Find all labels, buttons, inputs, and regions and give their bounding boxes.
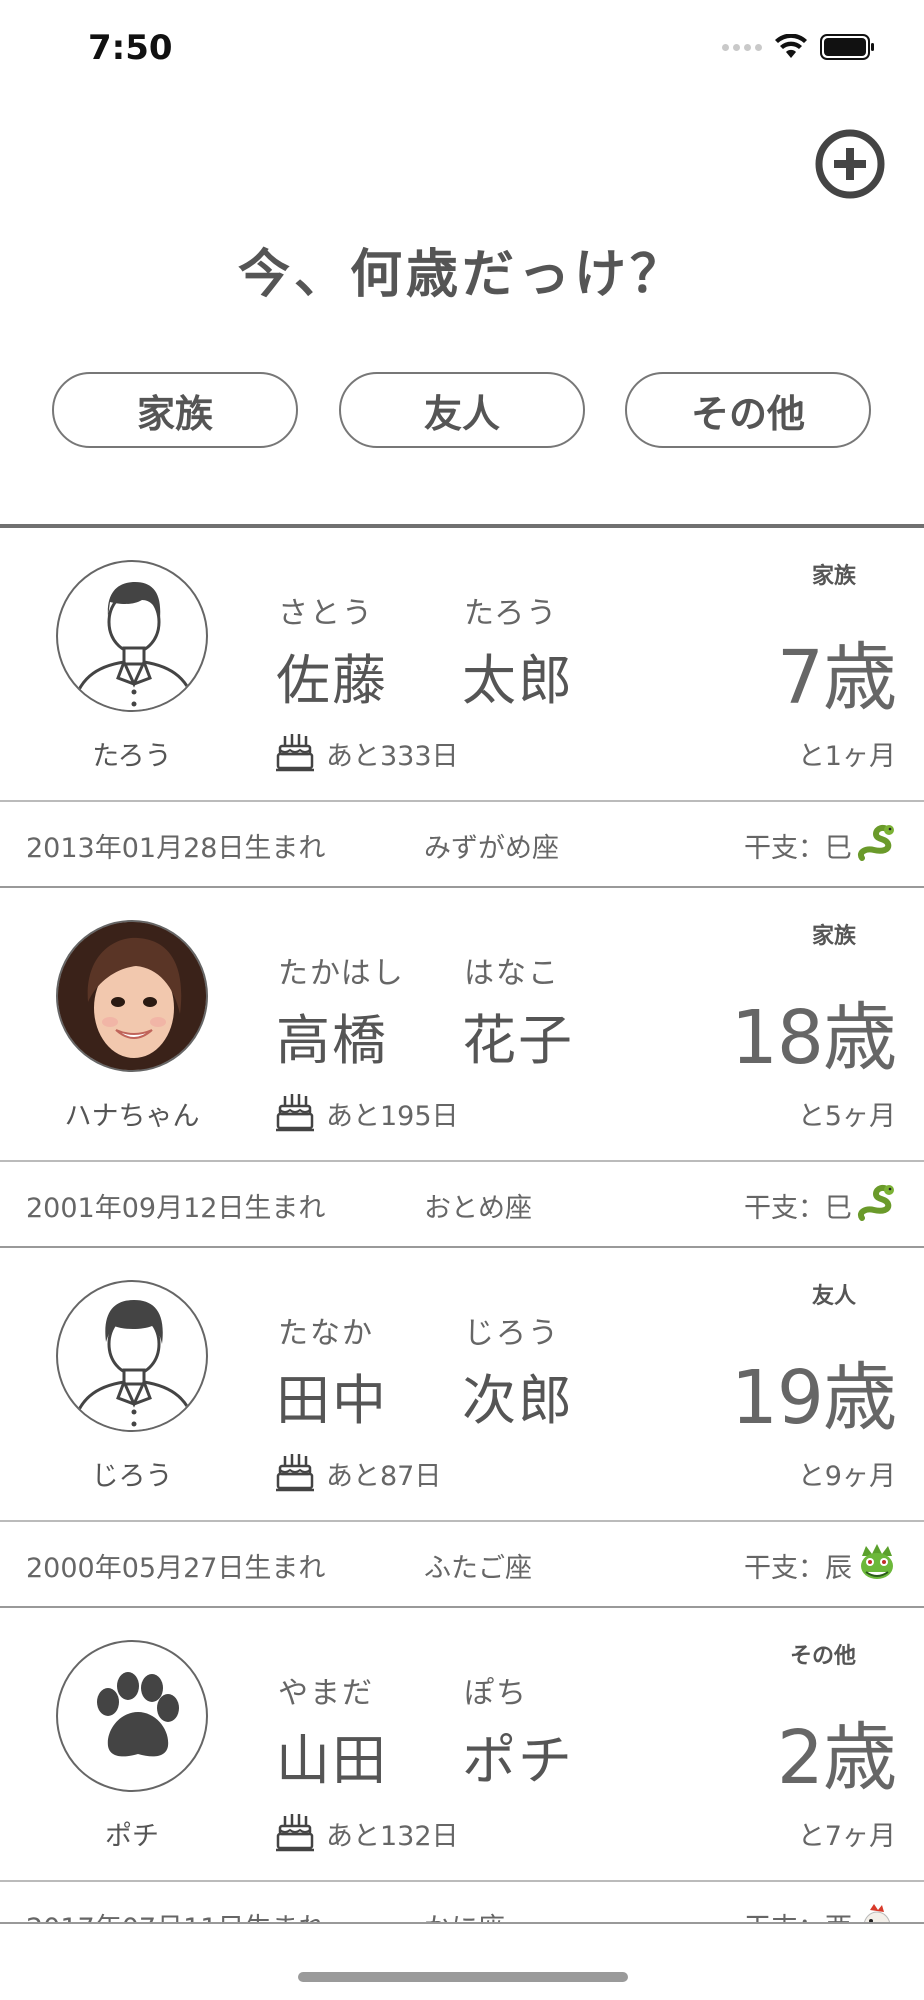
filter-family-button[interactable]: 家族 — [52, 372, 298, 448]
zodiac-sign: みずがめ座 — [424, 833, 559, 864]
age: 19歳 — [730, 1355, 897, 1441]
nickname: ハナちゃん — [64, 1101, 200, 1132]
birthdate: 2013年01月28日生まれ — [26, 833, 326, 864]
status-time: 7:50 — [88, 28, 173, 68]
group-badge: 家族 — [811, 924, 856, 949]
dragon-icon — [861, 1544, 893, 1579]
first-name-kana: ぽち — [464, 1676, 528, 1711]
age-months: と1ヶ月 — [797, 741, 896, 772]
page-title: 今、何歳だっけ？ — [237, 245, 686, 305]
person-card-main: ポチ やまだ ぽち 山田 ポチ あと132日 その他 2歳 と7ヶ月 — [0, 1608, 924, 1880]
person-card-main: たろう さとう たろう 佐藤 太郎 あと333日 家族 7歳 と1ヶ月 — [0, 528, 924, 800]
status-indicators — [722, 34, 876, 60]
first-name-kana: じろう — [464, 1316, 560, 1351]
photo-avatar — [56, 920, 208, 1072]
birthday-cake-icon — [276, 1814, 314, 1852]
nickname: じろう — [91, 1461, 173, 1492]
birthday-countdown: あと132日 — [326, 1821, 459, 1852]
person-card[interactable]: ハナちゃん たかはし はなこ 高橋 花子 あと195日 家族 18歳 と5ヶ月 … — [0, 888, 924, 1248]
person-card-footer: 2000年05月27日生まれ ふたご座 干支：辰 — [0, 1522, 924, 1606]
person-card[interactable]: たろう さとう たろう 佐藤 太郎 あと333日 家族 7歳 と1ヶ月 2013… — [0, 528, 924, 888]
age-months: と9ヶ月 — [797, 1461, 896, 1492]
last-name-kana: さとう — [278, 596, 374, 631]
filter-friends-button[interactable]: 友人 — [339, 372, 585, 448]
birthday-countdown: あと87日 — [326, 1461, 442, 1492]
nickname: たろう — [92, 741, 172, 772]
last-name: 佐藤 — [276, 649, 388, 712]
person-card[interactable]: じろう たなか じろう 田中 次郎 あと87日 友人 19歳 と9ヶ月 2000… — [0, 1248, 924, 1608]
birthdate: 2000年05月27日生まれ — [26, 1553, 326, 1584]
wifi-icon — [775, 34, 807, 58]
age-months: と7ヶ月 — [797, 1821, 896, 1852]
battery-icon — [820, 34, 874, 60]
birthdate: 2001年09月12日生まれ — [26, 1193, 326, 1224]
birthday-countdown: あと195日 — [326, 1101, 459, 1132]
list-bottom-divider — [0, 1922, 924, 1924]
age: 7歳 — [776, 635, 897, 721]
person-card-main: ハナちゃん たかはし はなこ 高橋 花子 あと195日 家族 18歳 と5ヶ月 — [0, 888, 924, 1160]
eto-label: 干支：巳 — [744, 1193, 852, 1224]
last-name-kana: たかはし — [278, 956, 405, 991]
birthday-cake-icon — [276, 734, 314, 772]
person-silhouette-icon — [56, 1280, 208, 1432]
rooster-icon — [863, 1904, 891, 1924]
person-card-footer: 2017年07月11日生まれ かに座 干支：酉 — [0, 1882, 924, 1924]
person-silhouette-icon — [56, 560, 208, 712]
person-card[interactable]: ポチ やまだ ぽち 山田 ポチ あと132日 その他 2歳 と7ヶ月 2017年… — [0, 1608, 924, 1924]
home-indicator[interactable] — [298, 1972, 628, 1982]
age: 18歳 — [730, 995, 897, 1081]
age: 2歳 — [776, 1715, 897, 1801]
paw-icon — [56, 1640, 208, 1792]
filter-row: 家族 友人 その他 — [52, 372, 872, 450]
group-badge: その他 — [789, 1644, 856, 1669]
plus-circle-icon — [815, 129, 885, 199]
birthday-countdown: あと333日 — [326, 741, 459, 772]
first-name: 花子 — [462, 1009, 574, 1072]
first-name-kana: たろう — [464, 596, 559, 631]
first-name: ポチ — [462, 1729, 574, 1792]
first-name: 次郎 — [462, 1369, 574, 1432]
zodiac-sign: おとめ座 — [424, 1193, 532, 1224]
person-card-footer: 2013年01月28日生まれ みずがめ座 干支：巳 — [0, 802, 924, 886]
first-name: 太郎 — [462, 649, 574, 712]
last-name-kana: やまだ — [278, 1676, 374, 1711]
status-bar: 7:50 — [0, 0, 924, 100]
cellular-signal-icon — [722, 43, 762, 51]
zodiac-sign: ふたご座 — [424, 1553, 532, 1584]
last-name: 田中 — [276, 1369, 388, 1432]
last-name: 山田 — [276, 1729, 388, 1792]
person-card-main: じろう たなか じろう 田中 次郎 あと87日 友人 19歳 と9ヶ月 — [0, 1248, 924, 1520]
snake-icon — [858, 824, 894, 861]
first-name-kana: はなこ — [464, 956, 560, 991]
birthday-cake-icon — [276, 1454, 314, 1492]
snake-icon — [858, 1184, 894, 1221]
last-name: 高橋 — [276, 1009, 388, 1072]
birthday-cake-icon — [276, 1094, 314, 1132]
eto-label: 干支：辰 — [744, 1553, 852, 1584]
group-badge: 家族 — [811, 564, 856, 589]
person-card-footer: 2001年09月12日生まれ おとめ座 干支：巳 — [0, 1162, 924, 1246]
age-months: と5ヶ月 — [797, 1101, 896, 1132]
add-person-button[interactable] — [814, 128, 886, 200]
filter-other-button[interactable]: その他 — [625, 372, 871, 448]
group-badge: 友人 — [811, 1284, 856, 1309]
nickname: ポチ — [105, 1821, 159, 1852]
last-name-kana: たなか — [278, 1316, 374, 1351]
eto-label: 干支：巳 — [744, 833, 852, 864]
person-list[interactable]: たろう さとう たろう 佐藤 太郎 あと333日 家族 7歳 と1ヶ月 2013… — [0, 528, 924, 1924]
